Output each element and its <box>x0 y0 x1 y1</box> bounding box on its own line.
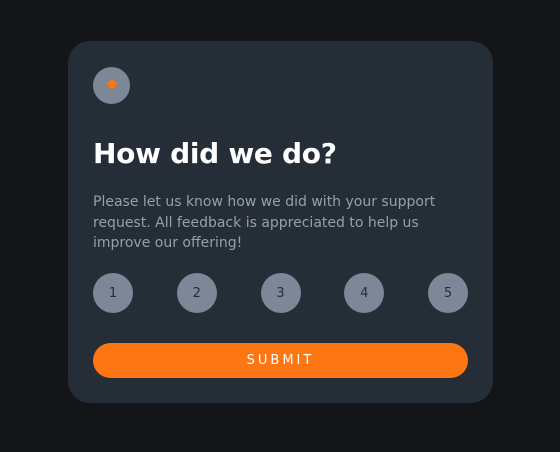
card-title: How did we do? <box>93 137 337 170</box>
submit-button[interactable]: SUBMIT <box>93 343 468 378</box>
rating-button-4[interactable]: 4 <box>344 273 385 313</box>
rating-button-5[interactable]: 5 <box>428 273 468 313</box>
star-icon <box>104 76 120 96</box>
rating-button-2[interactable]: 2 <box>176 273 217 313</box>
star-badge <box>93 67 130 104</box>
card-description: Please let us know how we did with your … <box>93 194 436 251</box>
rating-button-1[interactable]: 1 <box>93 273 133 313</box>
rating-options: 1 2 3 4 5 <box>93 273 468 313</box>
rating-button-3[interactable]: 3 <box>260 273 301 313</box>
rating-card: How did we do? Please let us know how we… <box>68 41 493 403</box>
